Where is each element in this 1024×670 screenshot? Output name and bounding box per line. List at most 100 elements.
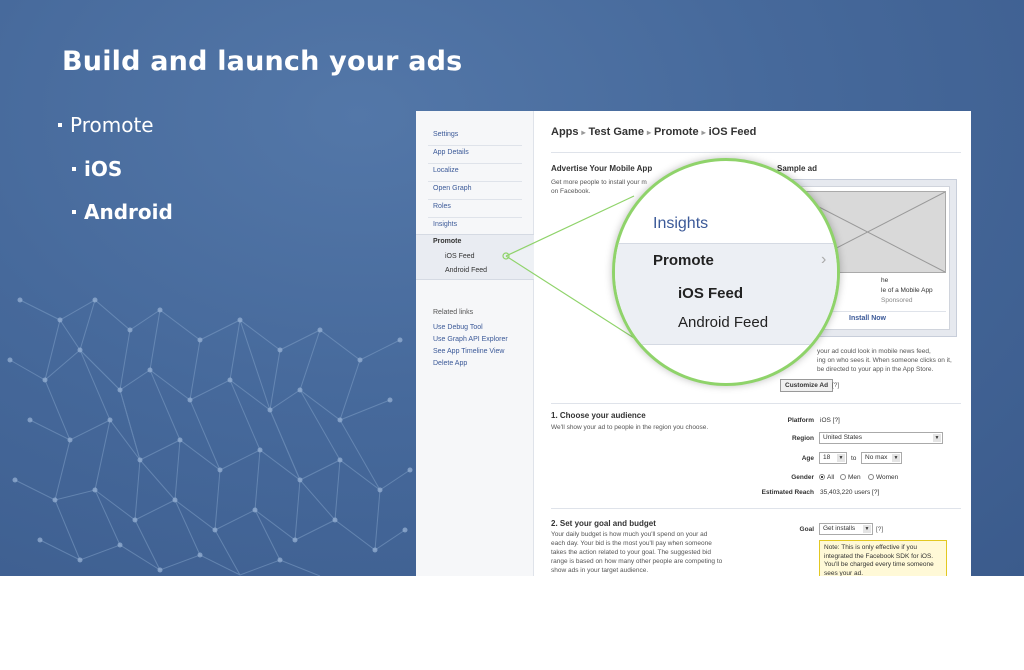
bullet-android-text: Android	[84, 200, 173, 224]
sidebar-item-localize[interactable]: Localize	[433, 167, 459, 174]
gender-label: Gender	[791, 474, 814, 481]
age-max-value: No max	[865, 454, 888, 461]
chevron-right-icon: ▸	[581, 128, 586, 137]
related-link-timeline[interactable]: See App Timeline View	[433, 348, 504, 355]
related-link-debug-tool[interactable]: Use Debug Tool	[433, 324, 483, 331]
goal-label: Goal	[799, 526, 814, 533]
sample-caption-2: ing on who sees it. When someone clicks …	[817, 357, 952, 364]
budget-desc-5: show ads in your target audience.	[551, 567, 649, 574]
region-select-value: United States	[823, 434, 863, 441]
sample-ad-title: Sample ad	[777, 164, 818, 173]
customize-ad-button[interactable]: Customize Ad	[780, 379, 834, 392]
bullet-promote: Promote	[58, 113, 154, 137]
sidebar: Settings App Details Localize Open Graph…	[416, 111, 534, 576]
lens-ios-feed-label: iOS Feed	[678, 285, 744, 302]
bullet-dot	[72, 166, 76, 171]
sample-ad-name: he	[881, 277, 889, 284]
bullet-dot	[72, 209, 76, 214]
age-max-select[interactable]: No max ▼	[861, 452, 902, 464]
magnifier-lens: Insights Promote › iOS Feed Android Feed	[612, 158, 840, 386]
divider	[428, 163, 522, 164]
age-min-select[interactable]: 18 ▼	[819, 452, 847, 464]
related-link-delete-app[interactable]: Delete App	[433, 360, 467, 367]
age-min-value: 18	[823, 454, 831, 461]
goal-select-value: Get installs	[823, 525, 856, 532]
gender-all-option[interactable]: All	[819, 474, 834, 481]
divider	[428, 145, 522, 146]
divider	[428, 199, 522, 200]
radio-icon	[840, 474, 846, 481]
budget-title: 2. Set your goal and budget	[551, 519, 656, 528]
age-to-label: to	[851, 455, 857, 462]
radio-icon	[868, 474, 874, 481]
budget-desc-3: takes the action related to your goal. T…	[551, 549, 711, 556]
breadcrumb: Apps ▸ Test Game ▸ Promote ▸ iOS Feed	[551, 126, 756, 138]
breadcrumb-test-game[interactable]: Test Game	[589, 126, 644, 138]
gender-women-label: Women	[876, 474, 899, 481]
sample-caption-3: be directed to your app in the App Store…	[817, 366, 934, 373]
related-link-graph-api[interactable]: Use Graph API Explorer	[433, 336, 508, 343]
chevron-down-icon: ▼	[837, 454, 845, 462]
divider	[428, 217, 522, 218]
chevron-right-icon: ›	[821, 251, 827, 268]
breadcrumb-apps[interactable]: Apps	[551, 126, 579, 138]
chevron-down-icon: ▼	[892, 454, 900, 462]
bullet-ios: iOS	[72, 157, 122, 181]
chevron-right-icon: ▸	[646, 128, 651, 137]
gender-men-option[interactable]: Men	[840, 474, 861, 481]
gender-women-option[interactable]: Women	[868, 474, 898, 481]
chevron-down-icon: ▼	[863, 525, 871, 533]
advertise-desc-2: on Facebook.	[551, 188, 591, 195]
bullet-dot	[58, 122, 62, 127]
related-links-title: Related links	[433, 309, 474, 316]
budget-desc-2: each day. Your bid is the most you'll pa…	[551, 540, 712, 547]
advertise-desc-1: Get more people to install your m	[551, 179, 647, 186]
help-link[interactable]: [?]	[832, 382, 839, 391]
platform-label: Platform	[787, 417, 814, 424]
bullet-promote-text: Promote	[70, 113, 154, 137]
region-label: Region	[791, 435, 814, 442]
chevron-down-icon: ▼	[933, 434, 941, 442]
sidebar-item-roles[interactable]: Roles	[433, 203, 451, 210]
sidebar-item-settings[interactable]: Settings	[433, 131, 458, 138]
divider	[551, 508, 961, 509]
gender-men-label: Men	[848, 474, 861, 481]
sdk-note: Note: This is only effective if you inte…	[819, 540, 947, 576]
budget-desc-1: Your daily budget is how much you'll spe…	[551, 531, 708, 538]
gender-all-label: All	[827, 474, 835, 481]
goal-help-link[interactable]: [?]	[876, 526, 883, 535]
sample-ad-sponsored: Sponsored	[881, 297, 913, 304]
bullet-android: Android	[72, 200, 173, 224]
budget-desc-4: range is based on how many other people …	[551, 558, 723, 565]
lens-insights-label: Insights	[653, 215, 709, 232]
slide-background: Build and launch your ads Promote iOS An…	[0, 0, 1024, 576]
audience-title: 1. Choose your audience	[551, 411, 646, 420]
divider	[551, 152, 961, 153]
age-label: Age	[801, 455, 814, 462]
goal-select[interactable]: Get installs ▼	[819, 523, 873, 535]
sample-ad-subtitle: le of a Mobile App	[881, 287, 933, 294]
sidebar-item-promote[interactable]: Promote	[433, 238, 461, 245]
breadcrumb-ios-feed: iOS Feed	[708, 126, 757, 138]
sidebar-item-open-graph[interactable]: Open Graph	[433, 185, 472, 192]
reach-value: 35,403,220 users [?]	[820, 489, 880, 496]
bullet-ios-text: iOS	[84, 157, 123, 181]
divider	[551, 403, 961, 404]
lens-promote-label: Promote	[653, 252, 714, 269]
sample-caption-1: your ad could look in mobile news feed,	[817, 348, 931, 355]
slide-title: Build and launch your ads	[62, 46, 463, 77]
audience-desc: We'll show your ad to people in the regi…	[551, 424, 709, 431]
divider	[428, 181, 522, 182]
breadcrumb-promote[interactable]: Promote	[654, 126, 699, 138]
advertise-title: Advertise Your Mobile App	[551, 164, 653, 173]
reach-label: Estimated Reach	[761, 489, 814, 496]
sidebar-item-ios-feed[interactable]: iOS Feed	[445, 253, 475, 260]
sidebar-item-insights[interactable]: Insights	[433, 221, 457, 228]
platform-value: iOS [?]	[820, 417, 840, 424]
lens-android-feed-label: Android Feed	[678, 314, 769, 331]
radio-selected-icon	[819, 474, 825, 481]
sidebar-item-android-feed[interactable]: Android Feed	[445, 267, 487, 274]
chevron-right-icon: ▸	[701, 128, 706, 137]
sidebar-item-app-details[interactable]: App Details	[433, 149, 469, 156]
region-select[interactable]: United States ▼	[819, 432, 943, 444]
